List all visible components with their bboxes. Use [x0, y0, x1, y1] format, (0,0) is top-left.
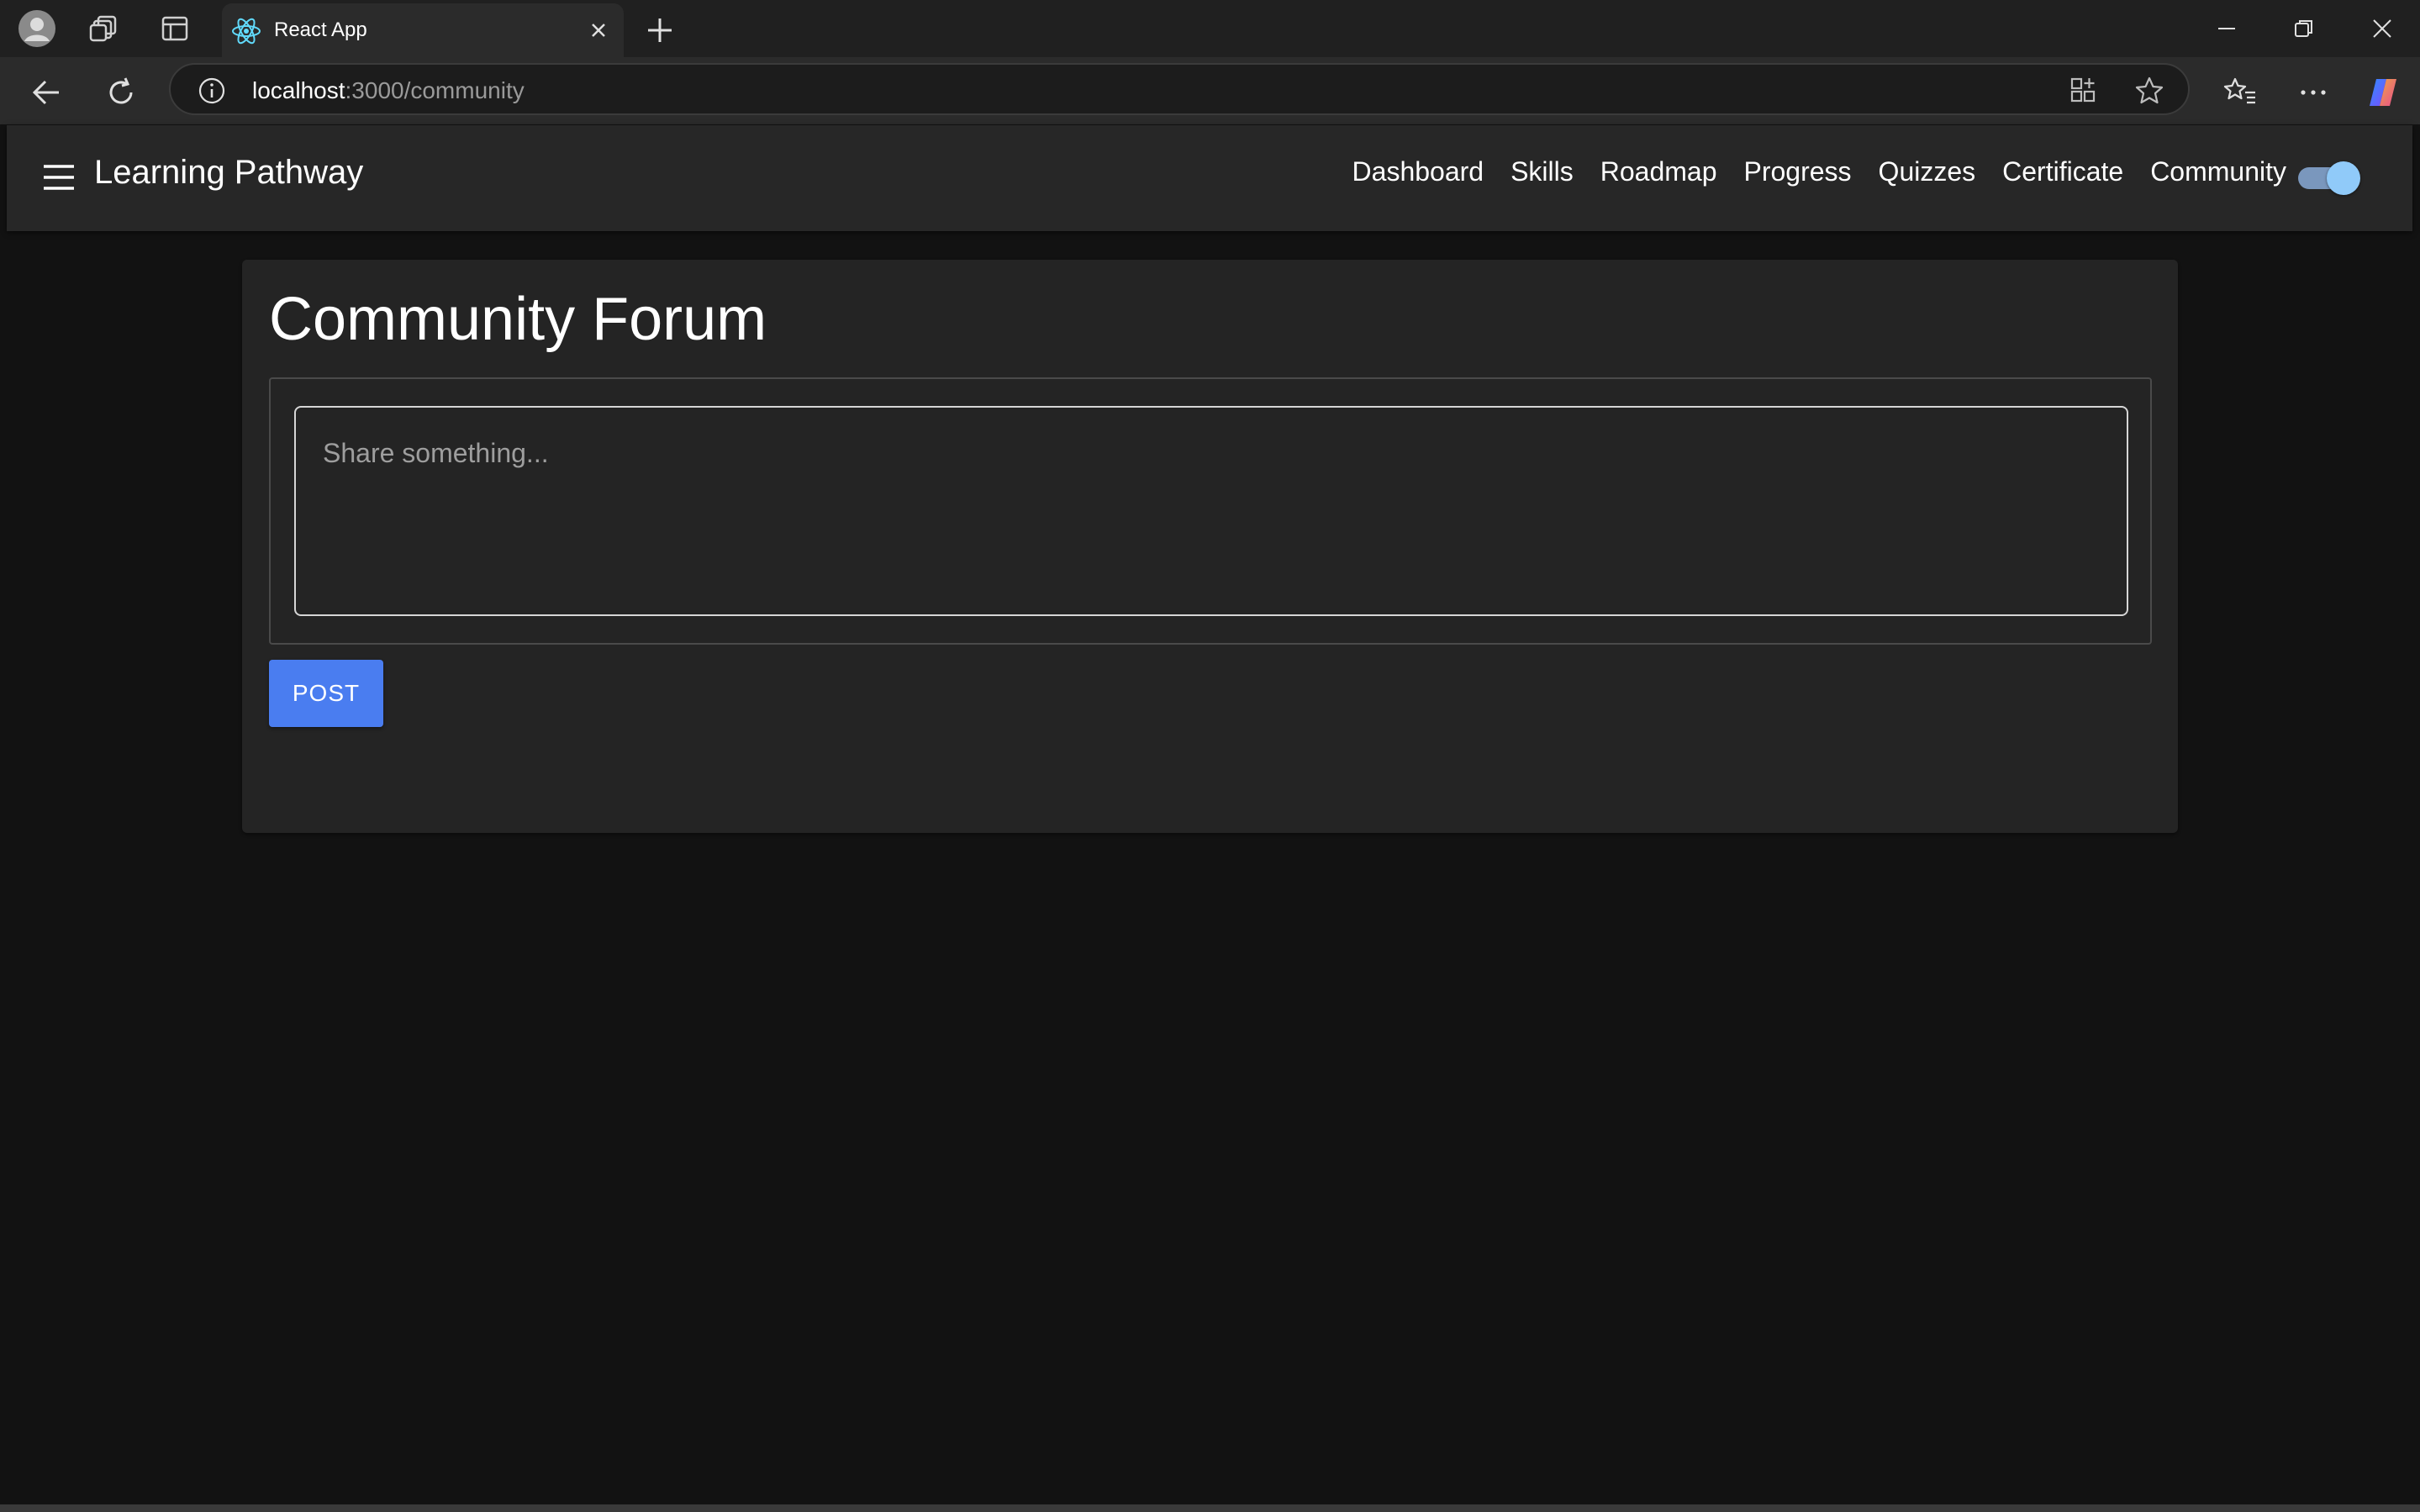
- nav-certificate[interactable]: Certificate: [2002, 156, 2123, 187]
- toggle-thumb: [2327, 161, 2360, 195]
- nav-progress[interactable]: Progress: [1744, 156, 1852, 187]
- nav-dashboard[interactable]: Dashboard: [1352, 156, 1484, 187]
- nav-community[interactable]: Community: [2150, 156, 2286, 187]
- app-available-icon[interactable]: [2068, 75, 2100, 107]
- app-header: Learning Pathway Dashboard Skills Roadma…: [7, 125, 2412, 231]
- close-window-icon[interactable]: [2353, 12, 2412, 45]
- app-brand-title: Learning Pathway: [94, 154, 364, 191]
- share-input[interactable]: [294, 406, 2128, 616]
- app-root: Learning Pathway Dashboard Skills Roadma…: [7, 125, 2412, 1504]
- workspaces-icon[interactable]: [84, 8, 124, 49]
- favorites-icon[interactable]: [2222, 74, 2259, 111]
- close-tab-icon[interactable]: [583, 15, 614, 45]
- new-tab-icon[interactable]: [641, 12, 678, 49]
- post-button[interactable]: POST: [269, 660, 383, 727]
- copilot-icon[interactable]: [2365, 74, 2402, 111]
- browser-tab-active[interactable]: React App: [222, 3, 624, 57]
- site-info-icon[interactable]: [198, 76, 226, 105]
- browser-toolbar: localhost:3000/community: [0, 57, 2420, 124]
- nav-skills[interactable]: Skills: [1511, 156, 1574, 187]
- minimize-icon[interactable]: [2197, 12, 2256, 45]
- back-arrow-icon[interactable]: [29, 74, 66, 111]
- profile-avatar-icon[interactable]: [17, 8, 57, 49]
- tab-title: React App: [274, 18, 367, 41]
- nav-roadmap[interactable]: Roadmap: [1600, 156, 1717, 187]
- address-bar[interactable]: localhost:3000/community: [169, 63, 2190, 115]
- favorite-star-icon[interactable]: [2133, 75, 2165, 107]
- url-text[interactable]: localhost:3000/community: [252, 77, 525, 104]
- window-bottom-border: [0, 1504, 2420, 1512]
- restore-icon[interactable]: [2275, 12, 2333, 45]
- refresh-icon[interactable]: [103, 74, 140, 111]
- theme-toggle-switch[interactable]: [2293, 161, 2360, 195]
- page-title: Community Forum: [269, 286, 767, 353]
- react-logo-icon: [232, 18, 261, 45]
- browser-tabstrip: React App: [0, 0, 2420, 57]
- more-options-icon[interactable]: [2295, 74, 2332, 111]
- hamburger-menu-icon[interactable]: [42, 162, 76, 192]
- post-composer-box: [269, 377, 2152, 645]
- nav-quizzes[interactable]: Quizzes: [1879, 156, 1976, 187]
- tab-actions-icon[interactable]: [155, 8, 195, 49]
- main-nav: Dashboard Skills Roadmap Progress Quizze…: [1352, 156, 2286, 187]
- community-forum-card: Community Forum POST: [242, 260, 2178, 833]
